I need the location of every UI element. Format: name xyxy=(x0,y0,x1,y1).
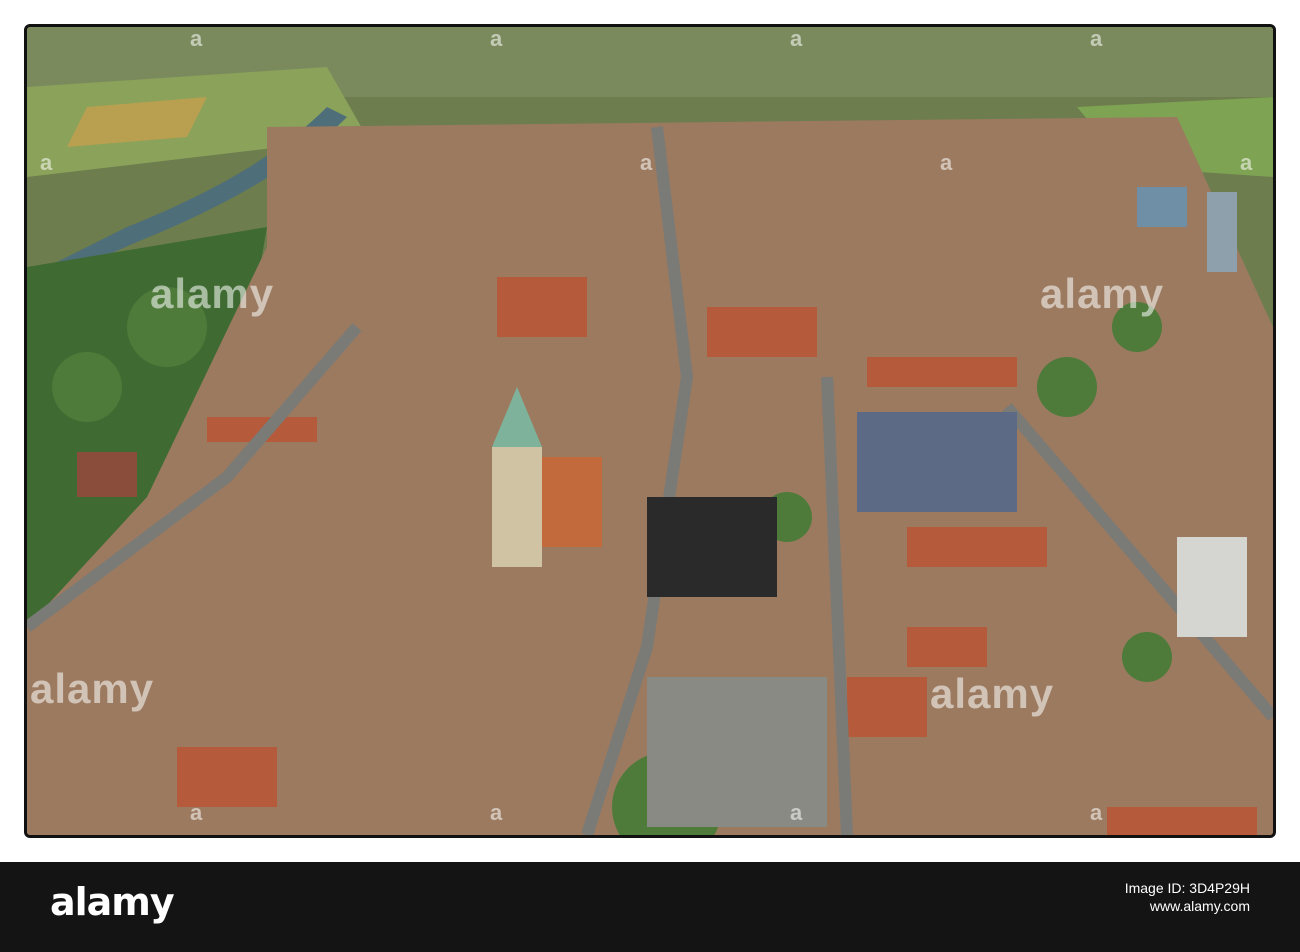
watermark-alamy-left: alamy xyxy=(150,270,275,317)
aerial-city-illustration xyxy=(27,27,1273,835)
watermark-alamy-right: alamy xyxy=(1040,270,1165,317)
watermark-a-11: a xyxy=(790,800,804,825)
watermark-a-5: a xyxy=(40,150,54,175)
watermark-a-9: a xyxy=(190,800,204,825)
watermark-a-6: a xyxy=(640,150,654,175)
alamy-logo[interactable]: alamy xyxy=(50,880,175,924)
watermark-alamy-bottom-right: alamy xyxy=(930,670,1055,717)
site-url[interactable]: www.alamy.com xyxy=(1125,898,1250,916)
watermark-a-8: a xyxy=(1240,150,1254,175)
watermark-a-1: a xyxy=(190,26,204,51)
image-id-label: Image ID: 3D4P29H xyxy=(1124,880,1250,896)
image-id-block: Image ID: 3D4P29H www.alamy.com xyxy=(1125,880,1250,915)
photo-frame xyxy=(24,24,1276,838)
watermark-alamy-bottom-left: alamy xyxy=(30,665,155,712)
footer-bar: alamy Image ID: 3D4P29H www.alamy.com xyxy=(0,862,1300,952)
watermark-a-4: a xyxy=(1090,26,1104,51)
watermark-a-7: a xyxy=(940,150,954,175)
watermark-a-10: a xyxy=(490,800,504,825)
watermark-a-12: a xyxy=(1090,800,1104,825)
watermark-a-2: a xyxy=(490,26,504,51)
watermark-a-3: a xyxy=(790,26,804,51)
aerial-photo xyxy=(27,27,1273,835)
